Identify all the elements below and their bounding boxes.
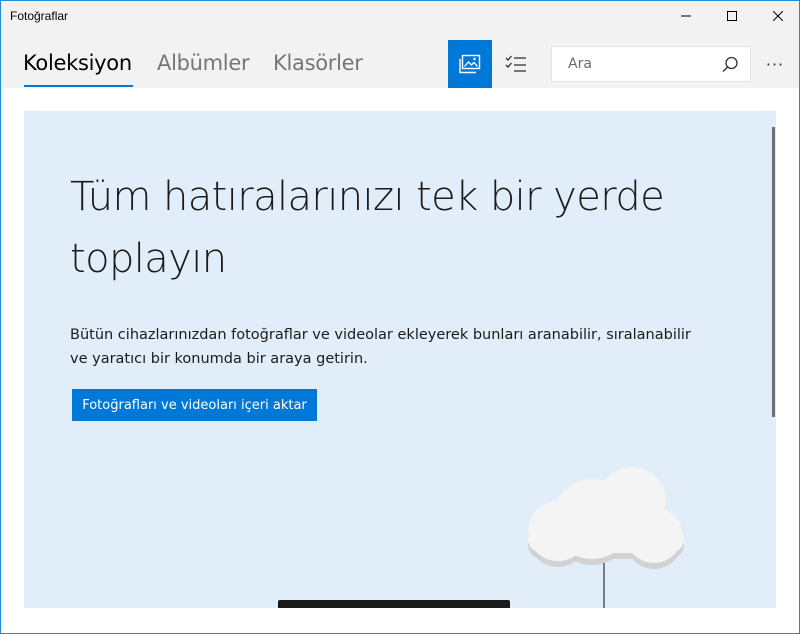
cloud-icon	[528, 467, 684, 569]
select-button[interactable]	[494, 40, 538, 88]
minimize-button[interactable]	[663, 1, 709, 31]
tab-albumler[interactable]: Albümler	[157, 51, 250, 75]
title-bar[interactable]: Fotoğraflar	[1, 1, 799, 31]
search-input[interactable]	[552, 47, 717, 81]
vertical-scrollbar[interactable]	[772, 127, 775, 417]
select-list-icon	[505, 55, 526, 72]
more-options-button[interactable]: ···	[759, 51, 791, 77]
app-title: Fotoğraflar	[10, 9, 69, 23]
tab-klasorler[interactable]: Klasörler	[273, 51, 363, 75]
minimize-icon	[681, 15, 691, 17]
import-button[interactable]: Fotoğrafları ve videoları içeri aktar	[72, 389, 317, 421]
photos-window: Fotoğraflar Koleksiyon Albümler Klasörle…	[0, 0, 800, 634]
close-icon	[773, 11, 783, 21]
active-tab-indicator	[24, 85, 133, 87]
search-box[interactable]	[551, 46, 751, 82]
maximize-button[interactable]	[709, 1, 755, 31]
empty-state-description: Bütün cihazlarınızdan fotoğraflar ve vid…	[70, 327, 691, 367]
empty-collection-panel: Tüm hatıralarınızı tek bir yerde toplayı…	[24, 111, 776, 608]
collection-view-button[interactable]	[448, 40, 492, 88]
empty-state-headline: Tüm hatıralarınızı tek bir yerde toplayı…	[70, 174, 665, 282]
bottom-edge	[1, 608, 799, 633]
laptop-device	[278, 600, 510, 608]
search-icon[interactable]	[720, 55, 740, 75]
maximize-icon	[727, 11, 737, 21]
tab-koleksiyon[interactable]: Koleksiyon	[23, 51, 132, 75]
photo-collection-icon	[459, 54, 481, 74]
close-button[interactable]	[755, 1, 799, 31]
app-header: Koleksiyon Albümler Klasörler Ara ···	[1, 31, 799, 88]
